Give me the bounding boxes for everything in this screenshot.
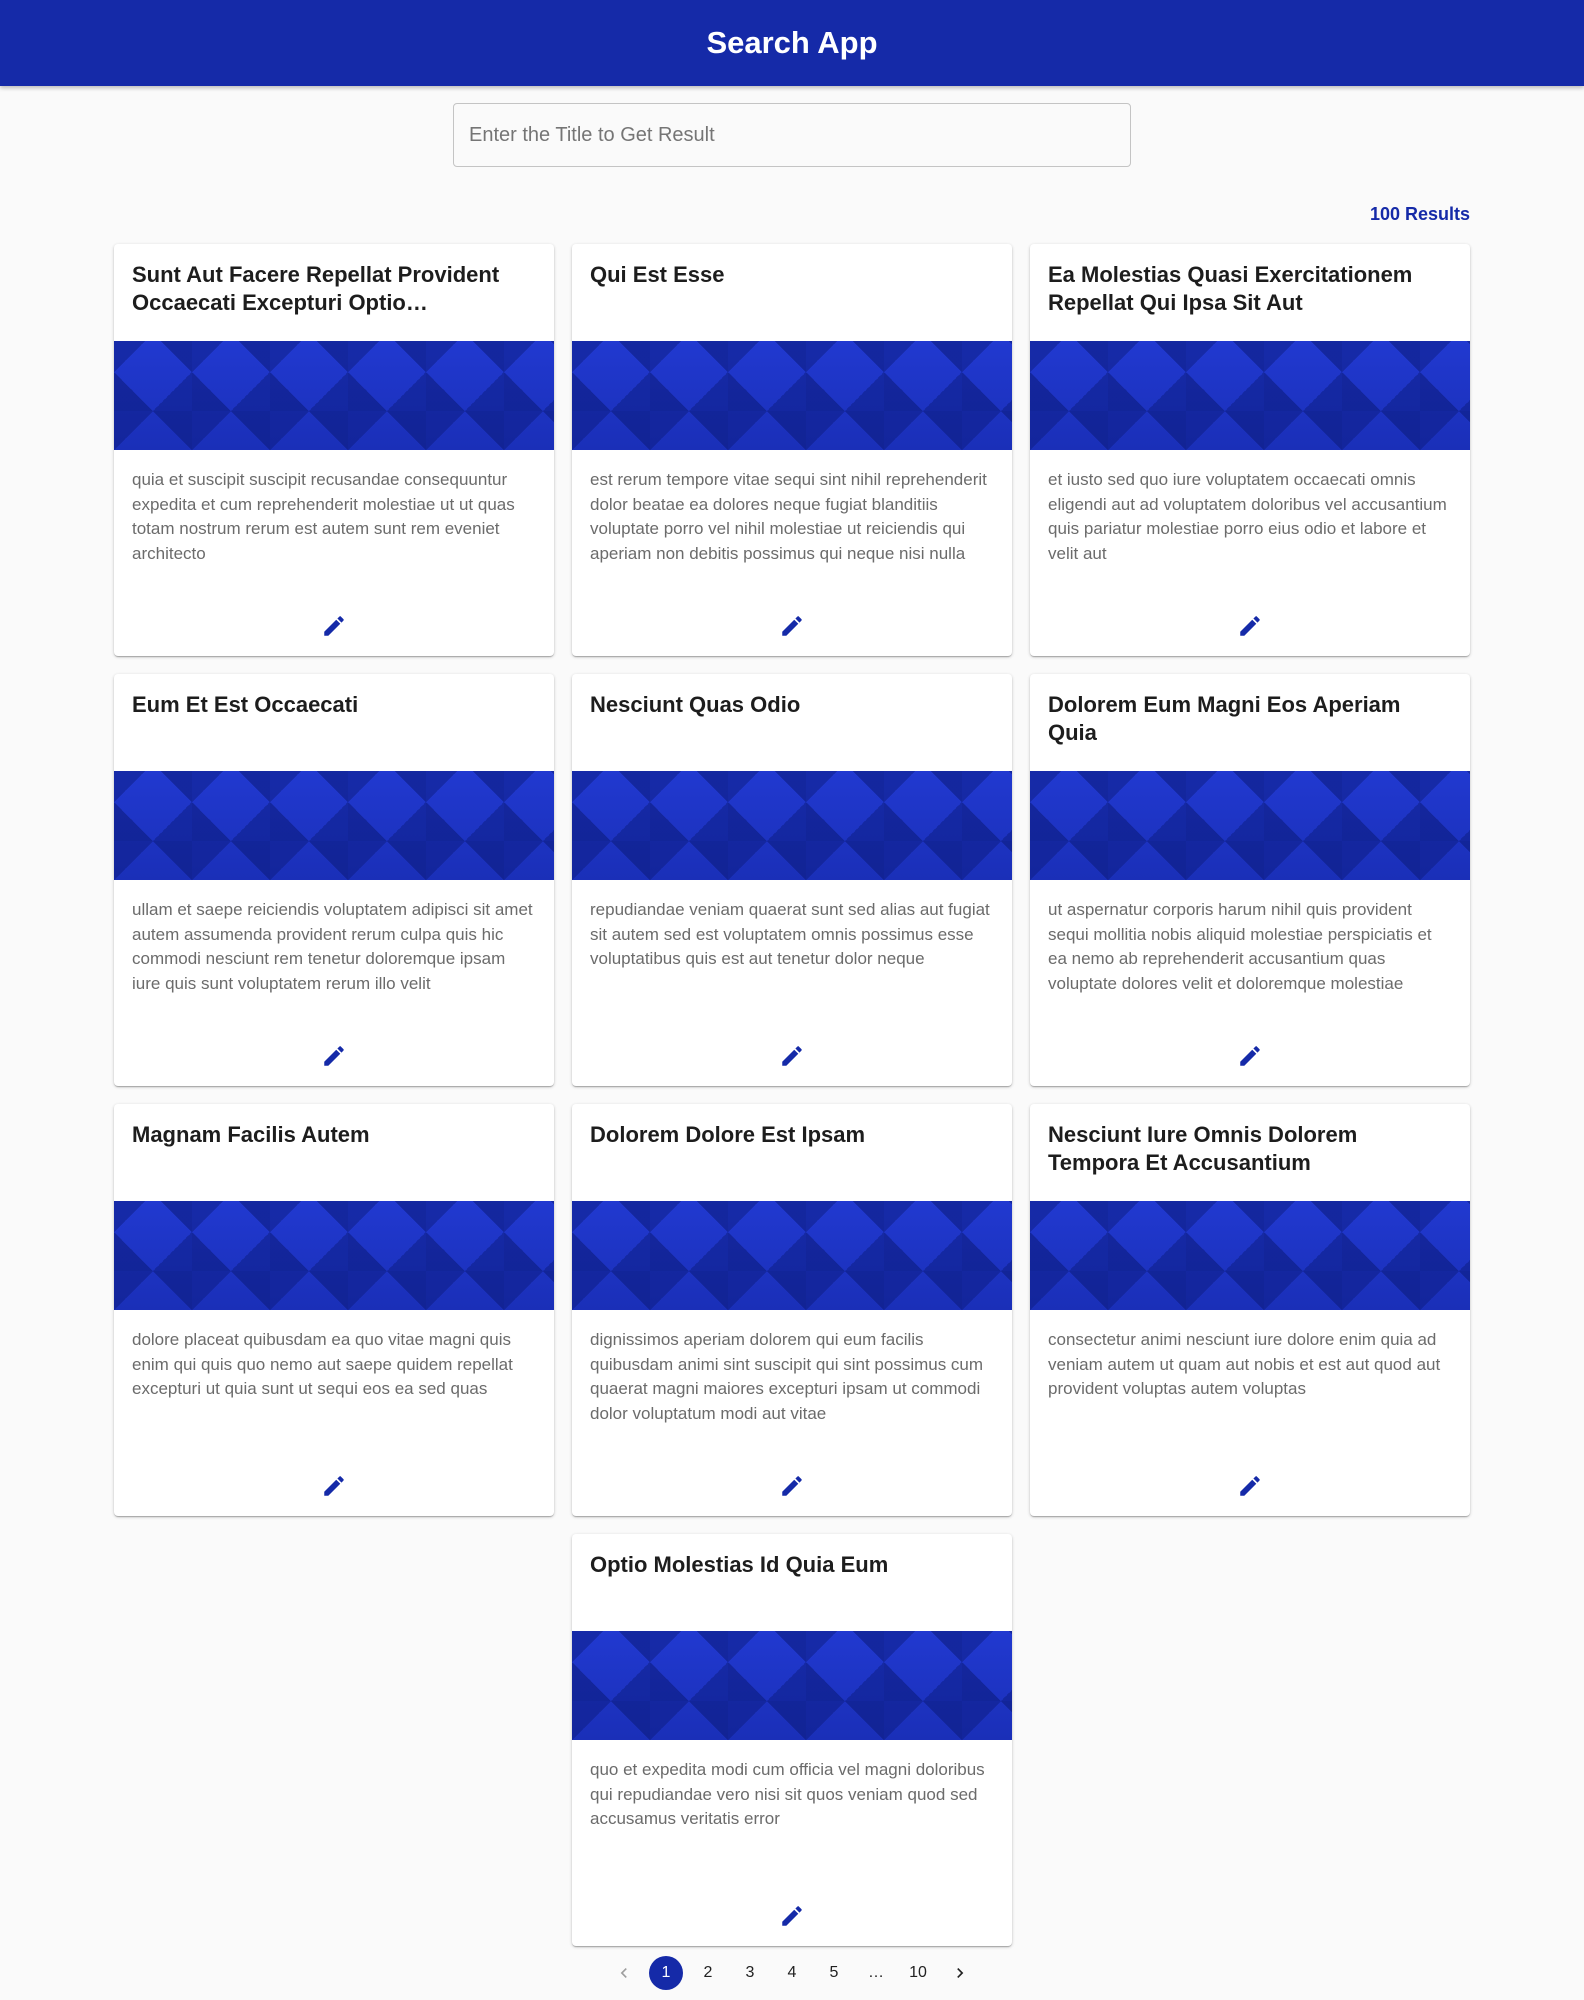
edit-button[interactable]: [770, 604, 814, 648]
pencil-icon: [782, 1046, 802, 1066]
card-actions: [1030, 596, 1470, 656]
card-title: Sunt Aut Facere Repellat Provident Occae…: [132, 262, 500, 315]
page-button-2[interactable]: 2: [691, 1956, 725, 1990]
next-page-button[interactable]: [943, 1956, 977, 1990]
card-actions: [572, 1886, 1012, 1946]
pencil-icon: [1240, 616, 1260, 636]
card-body: quo et expedita modi cum officia vel mag…: [590, 1760, 985, 1828]
card-title: Eum Et Est Occaecati: [132, 692, 359, 717]
card-image: [1030, 1201, 1470, 1310]
pencil-icon: [782, 616, 802, 636]
card-title: Ea Molestias Quasi Exercitationem Repell…: [1048, 262, 1413, 315]
result-card: Sunt Aut Facere Repellat Provident Occae…: [114, 244, 554, 656]
card-image: [572, 1201, 1012, 1310]
card-title: Optio Molestias Id Quia Eum: [590, 1552, 889, 1577]
card-actions: [572, 596, 1012, 656]
edit-button[interactable]: [770, 1464, 814, 1508]
edit-button[interactable]: [312, 1464, 356, 1508]
pencil-icon: [1240, 1046, 1260, 1066]
card-title: Nesciunt Iure Omnis Dolorem Tempora Et A…: [1048, 1122, 1358, 1175]
edit-button[interactable]: [1228, 1034, 1272, 1078]
chevron-left-icon: [620, 1968, 627, 1978]
result-card: Eum Et Est Occaecati ullam et saepe reic…: [114, 674, 554, 1086]
card-body: est rerum tempore vitae sequi sint nihil…: [590, 470, 987, 563]
page-button-3[interactable]: 3: [733, 1956, 767, 1990]
card-title: Dolorem Eum Magni Eos Aperiam Quia: [1048, 692, 1401, 745]
card-image: [1030, 341, 1470, 450]
card-title: Magnam Facilis Autem: [132, 1122, 370, 1147]
card-image: [114, 771, 554, 880]
result-card: Dolorem Dolore Est Ipsam dignissimos ape…: [572, 1104, 1012, 1516]
chevron-right-icon: [957, 1968, 964, 1978]
card-image: [572, 341, 1012, 450]
card-actions: [572, 1456, 1012, 1516]
pencil-icon: [1240, 1476, 1260, 1496]
card-title: Dolorem Dolore Est Ipsam: [590, 1122, 866, 1147]
app-title: Search App: [706, 25, 878, 60]
page-ellipsis: …: [868, 1964, 884, 1981]
result-card: Nesciunt Iure Omnis Dolorem Tempora Et A…: [1030, 1104, 1470, 1516]
edit-button[interactable]: [312, 604, 356, 648]
results-grid: Sunt Aut Facere Repellat Provident Occae…: [114, 244, 1471, 1946]
pencil-icon: [324, 616, 344, 636]
result-card: Ea Molestias Quasi Exercitationem Repell…: [1030, 244, 1470, 656]
card-body: dignissimos aperiam dolorem qui eum faci…: [590, 1330, 984, 1423]
page-button-10[interactable]: 10: [901, 1956, 935, 1990]
card-actions: [572, 1026, 1012, 1086]
result-card: Dolorem Eum Magni Eos Aperiam Quia ut as…: [1030, 674, 1470, 1086]
card-actions: [1030, 1456, 1470, 1516]
results-count: 100 Results: [1369, 204, 1470, 224]
card-body: quia et suscipit suscipit recusandae con…: [132, 470, 515, 563]
edit-button[interactable]: [770, 1034, 814, 1078]
card-body: ullam et saepe reiciendis voluptatem adi…: [132, 900, 533, 993]
pencil-icon: [782, 1906, 802, 1926]
pencil-icon: [324, 1476, 344, 1496]
search-field[interactable]: [453, 103, 1131, 167]
result-card: Qui Est Esse est rerum tempore vitae seq…: [572, 244, 1012, 656]
card-title: Qui Est Esse: [590, 262, 725, 287]
page-button-5[interactable]: 5: [817, 1956, 851, 1990]
card-body: ut aspernatur corporis harum nihil quis …: [1048, 900, 1432, 993]
edit-button[interactable]: [770, 1894, 814, 1938]
card-body: repudiandae veniam quaerat sunt sed alia…: [590, 900, 990, 968]
pencil-icon: [782, 1476, 802, 1496]
card-actions: [1030, 1026, 1470, 1086]
card-image: [114, 1201, 554, 1310]
card-image: [114, 341, 554, 450]
pagination: 1 2 3 4 5 … 10: [0, 1953, 1584, 1993]
card-actions: [114, 1456, 554, 1516]
previous-page-button[interactable]: [607, 1956, 641, 1990]
card-actions: [114, 1026, 554, 1086]
card-body: dolore placeat quibusdam ea quo vitae ma…: [132, 1330, 513, 1398]
page-button-1[interactable]: 1: [649, 1956, 683, 1990]
card-image: [572, 1631, 1012, 1740]
search-input[interactable]: [469, 123, 1115, 147]
edit-button[interactable]: [1228, 1464, 1272, 1508]
card-image: [1030, 771, 1470, 880]
pencil-icon: [324, 1046, 344, 1066]
card-image: [572, 771, 1012, 880]
result-card: Magnam Facilis Autem dolore placeat quib…: [114, 1104, 554, 1516]
app-bar: Search App: [0, 0, 1584, 86]
edit-button[interactable]: [312, 1034, 356, 1078]
card-actions: [114, 596, 554, 656]
edit-button[interactable]: [1228, 604, 1272, 648]
page-button-4[interactable]: 4: [775, 1956, 809, 1990]
card-body: et iusto sed quo iure voluptatem occaeca…: [1048, 470, 1447, 563]
card-body: consectetur animi nesciunt iure dolore e…: [1048, 1330, 1441, 1398]
card-title: Nesciunt Quas Odio: [590, 692, 801, 717]
result-card: Optio Molestias Id Quia Eum quo et exped…: [572, 1534, 1012, 1946]
result-card: Nesciunt Quas Odio repudiandae veniam qu…: [572, 674, 1012, 1086]
